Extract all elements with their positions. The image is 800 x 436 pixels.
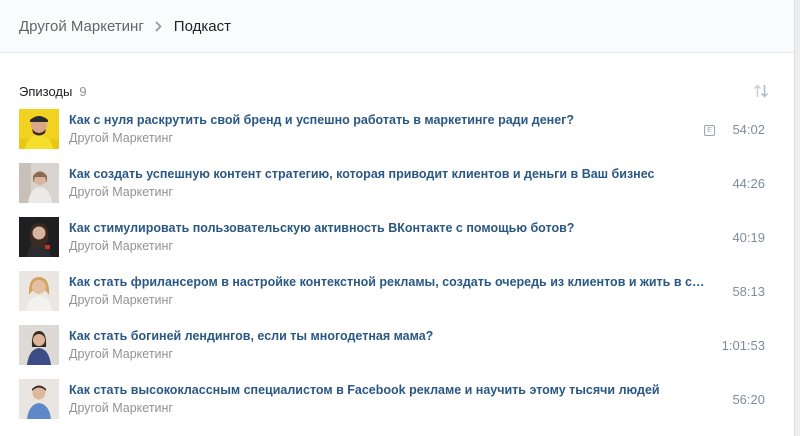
episode-title[interactable]: Как с нуля раскрутить свой бренд и успеш… [69, 113, 709, 127]
episode-title[interactable]: Как стимулировать пользовательскую актив… [69, 221, 709, 235]
episode-title[interactable]: Как стать высококлассным специалистом в … [69, 383, 709, 397]
episode-duration: 1:01:53 [721, 338, 765, 353]
episodes-header: Эпизоды 9 [0, 79, 794, 103]
episode-duration: 44:26 [732, 176, 765, 191]
sort-icon[interactable] [753, 84, 769, 98]
episode-row[interactable]: Как стать высококлассным специалистом в … [0, 379, 794, 433]
episode-duration: 40:19 [732, 230, 765, 245]
episode-thumbnail[interactable] [19, 217, 59, 257]
episode-row[interactable]: Как стать богиней лендингов, если ты мно… [0, 325, 794, 379]
episode-thumbnail[interactable] [19, 325, 59, 365]
episode-thumbnail[interactable] [19, 109, 59, 149]
episode-author[interactable]: Другой Маркетинг [69, 131, 173, 145]
episode-row[interactable]: Как создать успешную контент стратегию, … [0, 163, 794, 217]
episode-author[interactable]: Другой Маркетинг [69, 293, 173, 307]
breadcrumb: Другой Маркетинг Подкаст [0, 0, 794, 53]
episode-thumbnail[interactable] [19, 379, 59, 419]
chevron-right-icon [155, 20, 162, 32]
episode-author[interactable]: Другой Маркетинг [69, 239, 173, 253]
explicit-badge: E [704, 125, 715, 136]
episode-title[interactable]: Как стать богиней лендингов, если ты мно… [69, 329, 709, 343]
episode-author[interactable]: Другой Маркетинг [69, 347, 173, 361]
episode-title[interactable]: Как создать успешную контент стратегию, … [69, 167, 709, 181]
episode-thumbnail[interactable] [19, 271, 59, 311]
episode-author[interactable]: Другой Маркетинг [69, 185, 173, 199]
episode-author[interactable]: Другой Маркетинг [69, 401, 173, 415]
episode-title[interactable]: Как стать фрилансером в настройке контек… [69, 275, 709, 289]
episode-row[interactable]: Как стать фрилансером в настройке контек… [0, 271, 794, 325]
episode-duration: 54:02 [732, 122, 765, 137]
episode-list: Как с нуля раскрутить свой бренд и успеш… [0, 109, 794, 433]
breadcrumb-parent-link[interactable]: Другой Маркетинг [19, 18, 144, 35]
episode-duration: 56:20 [732, 392, 765, 407]
podcast-card: Другой Маркетинг Подкаст Эпизоды 9 Как с… [0, 0, 795, 436]
episodes-title: Эпизоды [19, 83, 73, 99]
breadcrumb-current: Подкаст [173, 17, 231, 35]
episode-duration: 58:13 [732, 284, 765, 299]
episodes-count: 9 [79, 83, 87, 99]
episode-row[interactable]: Как с нуля раскрутить свой бренд и успеш… [0, 109, 794, 163]
episode-thumbnail[interactable] [19, 163, 59, 203]
episode-row[interactable]: Как стимулировать пользовательскую актив… [0, 217, 794, 271]
